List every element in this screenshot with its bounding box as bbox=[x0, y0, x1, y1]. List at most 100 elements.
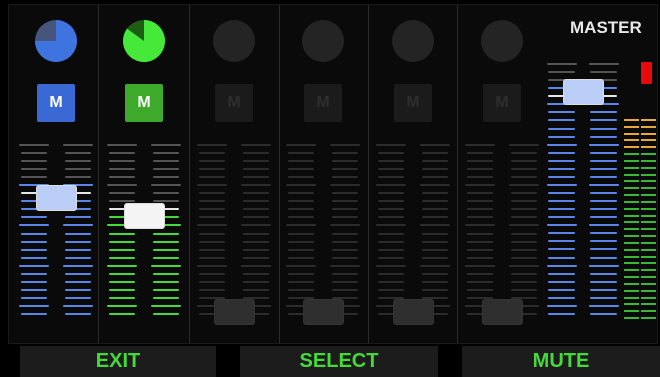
meter-tick bbox=[511, 208, 537, 211]
channel-1-fader-cap[interactable] bbox=[36, 185, 77, 212]
mute-button[interactable]: MUTE bbox=[462, 346, 660, 377]
meter-tick bbox=[509, 184, 539, 187]
meter-tick bbox=[330, 184, 360, 187]
channel-1-pan-knob[interactable] bbox=[34, 19, 78, 63]
meter-tick bbox=[467, 216, 493, 219]
channel-2-fader-cap[interactable] bbox=[124, 203, 165, 229]
vu-segment bbox=[641, 282, 656, 285]
meter-tick bbox=[511, 192, 537, 195]
vu-segment bbox=[624, 248, 639, 251]
channel-4-level-meter bbox=[330, 144, 360, 315]
channel-4-mute-toggle[interactable]: M bbox=[304, 84, 342, 122]
meter-tick bbox=[199, 192, 225, 195]
meter-tick bbox=[199, 248, 225, 251]
meter-tick bbox=[590, 288, 617, 291]
meter-tick bbox=[548, 256, 575, 259]
meter-tick bbox=[547, 183, 577, 186]
meter-tick bbox=[467, 280, 493, 283]
meter-tick bbox=[109, 240, 135, 243]
meter-tick bbox=[21, 168, 47, 171]
select-button[interactable]: SELECT bbox=[240, 346, 438, 377]
meter-tick bbox=[153, 176, 179, 179]
meter-tick bbox=[548, 119, 575, 122]
meter-tick bbox=[547, 224, 577, 227]
meter-tick bbox=[422, 216, 448, 219]
meter-tick bbox=[511, 272, 537, 275]
channel-2-mute-toggle[interactable]: M bbox=[125, 84, 163, 122]
meter-tick bbox=[509, 144, 539, 146]
meter-tick bbox=[422, 240, 448, 243]
meter-tick bbox=[376, 144, 406, 146]
meter-tick bbox=[548, 313, 575, 315]
meter-tick bbox=[590, 256, 617, 259]
meter-tick bbox=[109, 288, 135, 291]
meter-tick bbox=[21, 272, 47, 275]
vu-segment bbox=[641, 317, 656, 319]
meter-tick bbox=[378, 248, 404, 251]
meter-tick bbox=[511, 256, 537, 259]
clip-indicator bbox=[641, 62, 652, 84]
master-fader-cap[interactable] bbox=[563, 79, 604, 105]
meter-tick bbox=[589, 304, 619, 307]
meter-tick bbox=[241, 264, 271, 267]
channel-3-fader-cap[interactable] bbox=[214, 299, 255, 325]
channel-3-mute-toggle[interactable]: M bbox=[215, 84, 253, 122]
bottom-toolbar: EXIT SELECT MUTE bbox=[0, 345, 660, 377]
meter-tick bbox=[199, 280, 225, 283]
meter-tick bbox=[467, 240, 493, 243]
channel-4-pan-knob[interactable] bbox=[301, 19, 345, 63]
exit-button[interactable]: EXIT bbox=[20, 346, 216, 377]
channel-5-mute-toggle[interactable]: M bbox=[394, 84, 432, 122]
meter-tick bbox=[332, 152, 358, 155]
channel-5-fader-cap[interactable] bbox=[393, 299, 434, 325]
meter-tick bbox=[109, 272, 135, 275]
channel-1-mute-toggle[interactable]: M bbox=[37, 84, 75, 122]
meter-tick bbox=[589, 224, 619, 227]
vu-segment bbox=[641, 139, 656, 142]
channel-6-fader-cap[interactable] bbox=[482, 299, 523, 325]
channel-6-mute-toggle[interactable]: M bbox=[483, 84, 521, 122]
meter-tick bbox=[21, 152, 47, 155]
meter-tick bbox=[590, 272, 617, 275]
meter-tick bbox=[21, 240, 47, 243]
meter-tick bbox=[151, 144, 181, 146]
vu-segment bbox=[624, 119, 639, 121]
meter-tick bbox=[467, 160, 493, 163]
channel-4-fader-cap[interactable] bbox=[303, 299, 344, 325]
meter-tick bbox=[422, 256, 448, 259]
meter-tick bbox=[243, 160, 269, 163]
meter-tick bbox=[109, 176, 135, 179]
vu-segment bbox=[641, 235, 656, 238]
meter-tick bbox=[548, 288, 575, 291]
channel-5-pan-knob[interactable] bbox=[391, 19, 435, 63]
meter-tick bbox=[151, 184, 181, 187]
meter-tick bbox=[467, 256, 493, 259]
meter-tick bbox=[376, 224, 406, 227]
meter-tick bbox=[332, 208, 358, 211]
meter-tick bbox=[590, 192, 617, 195]
meter-tick bbox=[332, 280, 358, 283]
vu-segment bbox=[641, 269, 656, 272]
channel-5-level-meter bbox=[376, 144, 406, 315]
channel-2-pan-knob[interactable] bbox=[122, 19, 166, 63]
channel-6-pan-knob[interactable] bbox=[480, 19, 524, 63]
meter-tick bbox=[21, 160, 47, 163]
meter-tick bbox=[378, 168, 404, 171]
meter-tick bbox=[548, 151, 575, 154]
meter-tick bbox=[65, 240, 91, 243]
meter-tick bbox=[511, 152, 537, 155]
meter-tick bbox=[243, 248, 269, 251]
meter-tick bbox=[65, 288, 91, 291]
meter-tick bbox=[288, 256, 314, 259]
meter-tick bbox=[199, 176, 225, 179]
vu-segment bbox=[641, 132, 656, 135]
mixer-panel: M M M M M M MASTER bbox=[8, 4, 658, 344]
vu-segment bbox=[641, 289, 656, 292]
vu-segment bbox=[641, 166, 656, 169]
vu-segment bbox=[641, 200, 656, 203]
meter-tick bbox=[590, 313, 617, 315]
meter-tick bbox=[151, 264, 181, 267]
vu-segment bbox=[624, 146, 639, 149]
channel-3-pan-knob[interactable] bbox=[212, 19, 256, 63]
channel-3-level-meter bbox=[197, 144, 227, 315]
